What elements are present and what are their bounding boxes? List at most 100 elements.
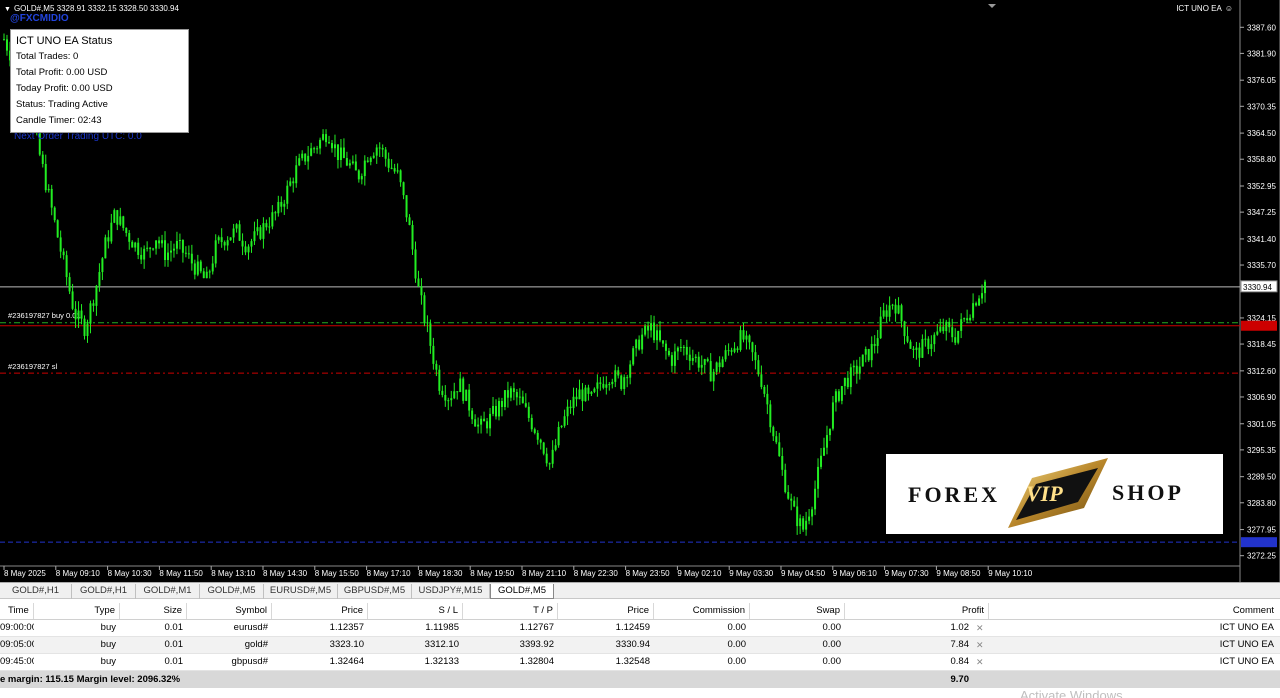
logo-vip-text: VIP xyxy=(1026,481,1063,506)
candle-body xyxy=(903,321,906,337)
candle-body xyxy=(247,246,250,253)
candle-body xyxy=(769,404,772,428)
tab-eurusd-m5[interactable]: EURUSD#,M5 xyxy=(264,584,338,599)
candle-body xyxy=(369,157,372,162)
candle-body xyxy=(486,421,489,429)
col-price[interactable]: Price xyxy=(272,603,368,619)
candle-body xyxy=(56,220,59,238)
tab-gold-m1[interactable]: GOLD#,M1 xyxy=(136,584,200,599)
cell-sl[interactable]: 1.32133 xyxy=(368,654,463,670)
candle-body xyxy=(912,348,915,350)
candle-body xyxy=(703,359,706,365)
candle-body xyxy=(754,352,757,361)
price-tick-label: 3283.80 xyxy=(1247,499,1276,508)
candle-body xyxy=(77,310,80,320)
candle-body xyxy=(190,253,193,264)
tab-gold-m5-a[interactable]: GOLD#,M5 xyxy=(200,584,264,599)
candle-body xyxy=(500,401,503,407)
candle-body xyxy=(796,506,799,527)
col-current-price[interactable]: Price xyxy=(558,603,654,619)
cell-symbol: eurusd# xyxy=(233,622,268,633)
col-comment[interactable]: Comment xyxy=(989,603,1278,619)
tab-gold-h1-a[interactable]: GOLD#,H1 xyxy=(0,584,72,599)
candle-body xyxy=(951,327,954,338)
candle-body xyxy=(587,387,590,394)
cell-swap: 0.00 xyxy=(822,622,842,633)
candle-body xyxy=(474,419,477,427)
candle-body xyxy=(62,251,65,256)
candle-body xyxy=(855,365,858,374)
candle-body xyxy=(59,237,62,252)
candle-body xyxy=(492,405,495,414)
cell-tp[interactable]: 1.12767 xyxy=(463,620,558,636)
candle-body xyxy=(208,271,211,273)
table-row[interactable]: 09:00:00 buy 0.01 eurusd# 1.12357 1.1198… xyxy=(0,620,1280,637)
col-profit[interactable]: Profit xyxy=(845,603,989,619)
cell-sl[interactable]: 1.11985 xyxy=(368,620,463,636)
close-order-icon[interactable]: ✕ xyxy=(976,620,986,636)
cell-sl[interactable]: 3312.10 xyxy=(368,637,463,653)
col-tp[interactable]: T / P xyxy=(463,603,558,619)
close-order-icon[interactable]: ✕ xyxy=(976,637,986,653)
candle-body xyxy=(584,387,587,402)
candle-body xyxy=(593,388,596,392)
candle-body xyxy=(262,223,265,239)
tab-gold-h1-b[interactable]: GOLD#,H1 xyxy=(72,584,136,599)
cell-current-price: 1.12459 xyxy=(615,622,650,633)
candle-body xyxy=(256,227,259,232)
candle-body xyxy=(420,286,423,296)
cell-size: 0.01 xyxy=(164,622,184,633)
tab-gold-m5-active[interactable]: GOLD#,M5 xyxy=(490,584,554,599)
candle-body xyxy=(766,393,769,405)
candle-body xyxy=(3,39,5,41)
candle-body xyxy=(963,318,966,320)
smiley-icon[interactable]: ☺ xyxy=(1225,4,1233,13)
candle-body xyxy=(849,367,852,388)
cell-tp[interactable]: 1.32804 xyxy=(463,654,558,670)
candle-body xyxy=(229,237,232,241)
candle-body xyxy=(187,253,190,255)
col-type[interactable]: Type xyxy=(34,603,120,619)
col-time[interactable]: Time xyxy=(0,603,34,619)
close-order-icon[interactable]: ✕ xyxy=(976,654,986,670)
candle-body xyxy=(635,339,638,349)
candle-body xyxy=(307,155,310,162)
candle-body xyxy=(706,359,709,362)
col-swap[interactable]: Swap xyxy=(750,603,845,619)
price-tick-label: 3358.80 xyxy=(1247,155,1276,164)
candle-body xyxy=(387,158,390,168)
col-size[interactable]: Size xyxy=(120,603,187,619)
candle-body xyxy=(727,350,730,352)
candle-body xyxy=(480,418,483,425)
candle-body xyxy=(930,344,933,350)
candle-body xyxy=(175,240,178,249)
candle-body xyxy=(521,396,524,404)
col-symbol[interactable]: Symbol xyxy=(187,603,272,619)
candle-body xyxy=(966,318,969,321)
candle-body xyxy=(80,310,83,319)
candle-body xyxy=(345,158,348,166)
cell-tp[interactable]: 3393.92 xyxy=(463,637,558,653)
candle-body xyxy=(575,396,578,400)
candle-body xyxy=(709,361,712,382)
dropdown-triangle-icon[interactable]: ▼ xyxy=(4,6,11,13)
candle-body xyxy=(131,241,134,248)
candle-body xyxy=(757,360,760,375)
candle-body xyxy=(456,391,459,393)
candle-body xyxy=(733,348,736,352)
tab-usdjpy-m15[interactable]: USDJPY#,M15 xyxy=(412,584,490,599)
candle-body xyxy=(933,334,936,345)
table-row[interactable]: 09:05:00 buy 0.01 gold# 3323.10 3312.10 … xyxy=(0,637,1280,654)
price-chart[interactable]: 3387.60 3381.90 3376.05 3370.35 3364.50 3358.… xyxy=(0,0,1280,582)
candle-body xyxy=(405,195,408,218)
col-commission[interactable]: Commission xyxy=(654,603,750,619)
candle-body xyxy=(304,153,307,162)
table-row[interactable]: 09:45:00 buy 0.01 gbpusd# 1.32464 1.3213… xyxy=(0,654,1280,671)
candle-body xyxy=(268,226,271,228)
candle-body xyxy=(146,247,149,249)
candle-body xyxy=(656,330,659,341)
tab-gbpusd-m5[interactable]: GBPUSD#,M5 xyxy=(338,584,412,599)
candle-body xyxy=(897,305,900,314)
bid-price-tag xyxy=(1241,320,1277,331)
col-sl[interactable]: S / L xyxy=(368,603,463,619)
